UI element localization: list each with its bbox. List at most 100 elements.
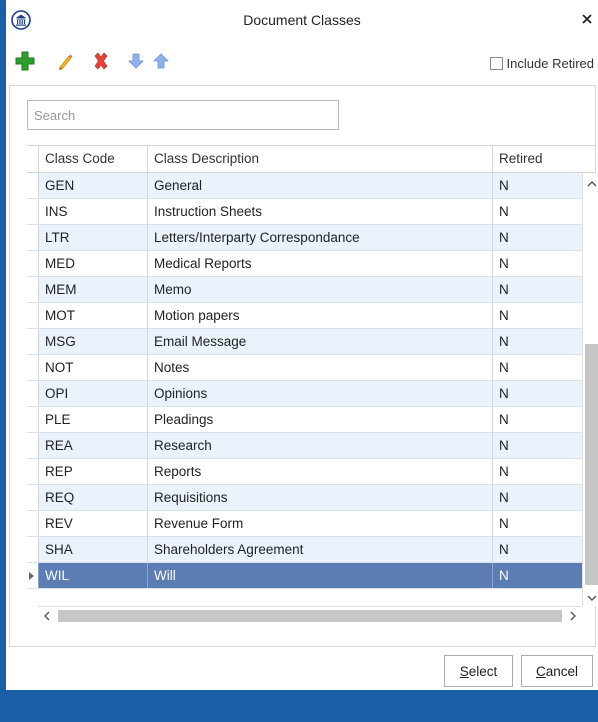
table-row[interactable]: LTR Letters/Interparty Correspondance N <box>27 225 595 251</box>
retired-cell: N <box>492 485 582 510</box>
row-selector <box>27 199 38 224</box>
table-row[interactable]: MEM Memo N <box>27 277 595 303</box>
retired-cell: N <box>492 537 582 562</box>
table-row[interactable]: MED Medical Reports N <box>27 251 595 277</box>
class-code-cell: MEM <box>38 277 147 302</box>
classes-grid: Class Code Class Description Retired GEN… <box>27 145 598 627</box>
column-header-retired[interactable]: Retired <box>492 146 582 172</box>
row-selector <box>27 459 38 484</box>
row-selector <box>27 563 38 588</box>
horizontal-scroll-thumb[interactable] <box>58 610 562 622</box>
retired-cell: N <box>492 199 582 224</box>
table-row[interactable]: REQ Requisitions N <box>27 485 595 511</box>
plus-icon[interactable] <box>14 50 36 72</box>
vertical-scroll-thumb[interactable] <box>585 344 598 585</box>
select-mnemonic: S <box>459 663 469 679</box>
table-row[interactable]: NOT Notes N <box>27 355 595 381</box>
row-selector <box>27 537 38 562</box>
x-icon[interactable] <box>90 50 112 72</box>
class-code-cell: REP <box>38 459 147 484</box>
include-retired-checkbox[interactable]: Include Retired <box>489 54 594 72</box>
table-row[interactable]: OPI Opinions N <box>27 381 595 407</box>
class-code-cell: INS <box>38 199 147 224</box>
toolbar: Include Retired <box>14 50 594 72</box>
column-header-class-code[interactable]: Class Code <box>38 146 147 172</box>
column-header-class-description[interactable]: Class Description <box>147 146 492 172</box>
class-description-cell: Letters/Interparty Correspondance <box>147 225 492 250</box>
class-description-cell: Email Message <box>147 329 492 354</box>
class-description-cell: Pleadings <box>147 407 492 432</box>
class-description-cell: Notes <box>147 355 492 380</box>
retired-cell: N <box>492 511 582 536</box>
class-code-cell: WIL <box>38 563 147 588</box>
checkbox-box[interactable] <box>489 56 503 70</box>
class-code-cell: REV <box>38 511 147 536</box>
cancel-button[interactable]: Cancel <box>521 655 593 687</box>
current-row-indicator-icon <box>29 572 34 580</box>
cancel-mnemonic: C <box>535 663 546 679</box>
retired-cell: N <box>492 355 582 380</box>
class-description-cell: Medical Reports <box>147 251 492 276</box>
class-description-cell: Motion papers <box>147 303 492 328</box>
table-row[interactable]: REA Research N <box>27 433 595 459</box>
horizontal-scrollbar[interactable] <box>38 606 582 624</box>
class-code-cell: MED <box>38 251 147 276</box>
row-selector <box>27 355 38 380</box>
row-selector <box>27 329 38 354</box>
scroll-right-icon[interactable] <box>568 610 578 622</box>
class-description-cell: Revenue Form <box>147 511 492 536</box>
scroll-up-icon[interactable] <box>586 177 598 187</box>
scroll-down-icon[interactable] <box>586 591 598 601</box>
dialog-title: Document Classes <box>243 12 361 28</box>
row-selector <box>27 433 38 458</box>
class-code-cell: REA <box>38 433 147 458</box>
row-selector <box>27 173 38 198</box>
table-row[interactable]: SHA Shareholders Agreement N <box>27 537 595 563</box>
search-input[interactable] <box>27 100 339 130</box>
class-description-cell: Instruction Sheets <box>147 199 492 224</box>
table-row[interactable]: GEN General N <box>27 173 595 199</box>
class-description-cell: Opinions <box>147 381 492 406</box>
table-row[interactable]: MOT Motion papers N <box>27 303 595 329</box>
class-description-cell: Shareholders Agreement <box>147 537 492 562</box>
class-description-cell: Reports <box>147 459 492 484</box>
pencil-icon[interactable] <box>54 50 76 72</box>
table-row[interactable]: REP Reports N <box>27 459 595 485</box>
retired-cell: N <box>492 407 582 432</box>
class-code-cell: MOT <box>38 303 147 328</box>
retired-cell: N <box>492 277 582 302</box>
select-button[interactable]: Select <box>444 655 513 687</box>
include-retired-label: Include Retired <box>506 55 594 71</box>
cancel-label-rest: ancel <box>545 663 579 679</box>
row-selector <box>27 407 38 432</box>
retired-cell: N <box>492 381 582 406</box>
retired-cell: N <box>492 459 582 484</box>
grid-header: Class Code Class Description Retired <box>27 145 595 173</box>
title-bar: Document Classes <box>6 0 598 40</box>
row-selector <box>27 225 38 250</box>
retired-cell: N <box>492 251 582 276</box>
table-row[interactable]: REV Revenue Form N <box>27 511 595 537</box>
vertical-scrollbar[interactable] <box>582 173 598 606</box>
row-selector <box>27 485 38 510</box>
table-row-selected[interactable]: WIL Will N <box>27 563 595 589</box>
classes-panel: Class Code Class Description Retired GEN… <box>9 85 598 647</box>
class-code-cell: SHA <box>38 537 147 562</box>
row-selector <box>27 381 38 406</box>
retired-cell: N <box>492 303 582 328</box>
row-selector <box>27 277 38 302</box>
table-row[interactable]: PLE Pleadings N <box>27 407 595 433</box>
class-code-cell: MSG <box>38 329 147 354</box>
close-icon[interactable] <box>580 12 594 26</box>
row-selector <box>27 251 38 276</box>
class-description-cell: Requisitions <box>147 485 492 510</box>
arrow-up-icon[interactable] <box>150 50 172 72</box>
table-row[interactable]: INS Instruction Sheets N <box>27 199 595 225</box>
table-row[interactable]: MSG Email Message N <box>27 329 595 355</box>
retired-cell: N <box>492 173 582 198</box>
class-code-cell: NOT <box>38 355 147 380</box>
scroll-left-icon[interactable] <box>42 610 52 622</box>
arrow-down-icon[interactable] <box>125 50 147 72</box>
retired-cell: N <box>492 329 582 354</box>
retired-cell: N <box>492 563 582 588</box>
